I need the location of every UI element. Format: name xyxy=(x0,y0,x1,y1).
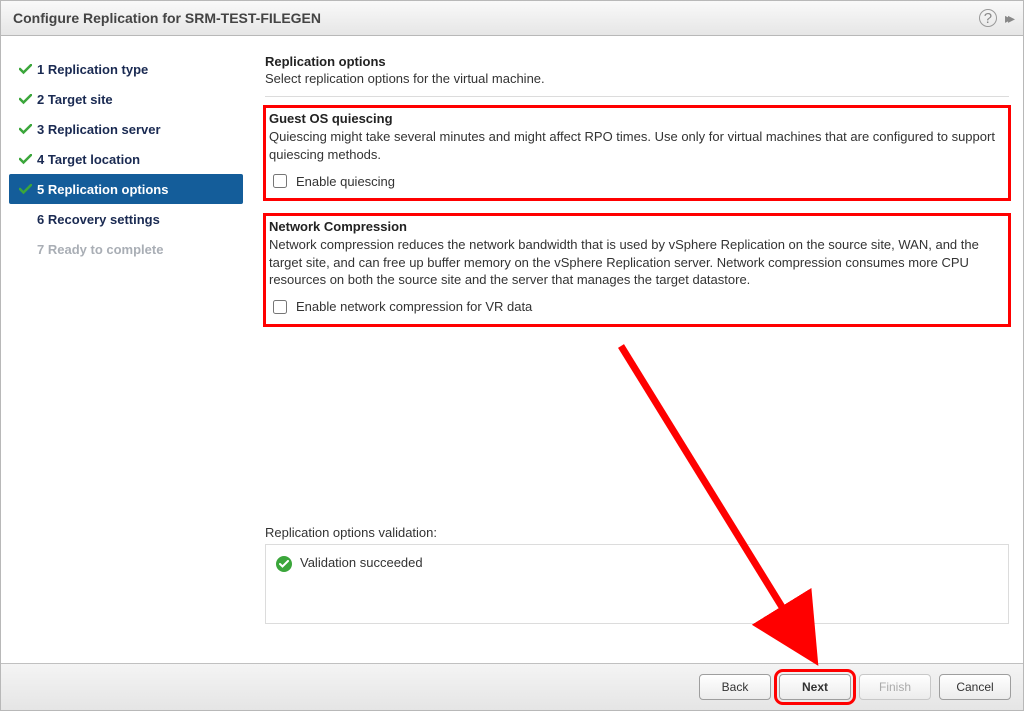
enable-quiescing-checkbox[interactable] xyxy=(273,174,287,188)
step-replication-server[interactable]: 3 Replication server xyxy=(9,114,243,144)
section-title: Guest OS quiescing xyxy=(269,111,1005,126)
step-target-site[interactable]: 2 Target site xyxy=(9,84,243,114)
finish-button[interactable]: Finish xyxy=(859,674,931,700)
section-desc: Network compression reduces the network … xyxy=(269,236,1005,289)
content-pane: Replication options Select replication o… xyxy=(251,36,1023,663)
check-icon xyxy=(15,124,35,135)
page-title: Replication options xyxy=(265,54,1009,69)
validation-label: Replication options validation: xyxy=(265,525,1009,540)
dialog-title: Configure Replication for SRM-TEST-FILEG… xyxy=(13,10,979,26)
page-subtitle: Select replication options for the virtu… xyxy=(265,71,1009,86)
step-target-location[interactable]: 4 Target location xyxy=(9,144,243,174)
validation-message: Validation succeeded xyxy=(300,555,423,570)
section-network-compression: Network Compression Network compression … xyxy=(265,215,1009,325)
footer-bar: Back Next Finish Cancel xyxy=(1,663,1023,710)
titlebar-controls: ? ▸▸ xyxy=(979,9,1011,27)
cancel-button[interactable]: Cancel xyxy=(939,674,1011,700)
check-icon xyxy=(15,184,35,195)
check-icon xyxy=(15,64,35,75)
section-guest-os-quiescing: Guest OS quiescing Quiescing might take … xyxy=(265,107,1009,199)
next-button[interactable]: Next xyxy=(779,674,851,700)
step-replication-type[interactable]: 1 Replication type xyxy=(9,54,243,84)
section-title: Network Compression xyxy=(269,219,1005,234)
step-ready-to-complete: 7 Ready to complete xyxy=(9,234,243,264)
enable-quiescing-row[interactable]: Enable quiescing xyxy=(269,171,1005,191)
help-icon[interactable]: ? xyxy=(979,9,997,27)
check-icon xyxy=(15,154,35,165)
step-replication-options[interactable]: 5 Replication options xyxy=(9,174,243,204)
step-recovery-settings[interactable]: 6 Recovery settings xyxy=(9,204,243,234)
divider xyxy=(265,96,1009,97)
enable-compression-row[interactable]: Enable network compression for VR data xyxy=(269,297,1005,317)
success-icon xyxy=(276,556,292,572)
back-button[interactable]: Back xyxy=(699,674,771,700)
dialog-body: 1 Replication type 2 Target site 3 Repli… xyxy=(1,36,1023,663)
check-icon xyxy=(15,94,35,105)
validation-box: Validation succeeded xyxy=(265,544,1009,624)
collapse-icon[interactable]: ▸▸ xyxy=(1005,10,1011,27)
validation-block: Replication options validation: Validati… xyxy=(265,525,1009,624)
enable-compression-checkbox[interactable] xyxy=(273,300,287,314)
wizard-dialog: Configure Replication for SRM-TEST-FILEG… xyxy=(0,0,1024,711)
section-desc: Quiescing might take several minutes and… xyxy=(269,128,1005,163)
enable-quiescing-label: Enable quiescing xyxy=(296,174,395,189)
wizard-steps-sidebar: 1 Replication type 2 Target site 3 Repli… xyxy=(1,36,251,663)
titlebar: Configure Replication for SRM-TEST-FILEG… xyxy=(1,1,1023,36)
enable-compression-label: Enable network compression for VR data xyxy=(296,299,532,314)
